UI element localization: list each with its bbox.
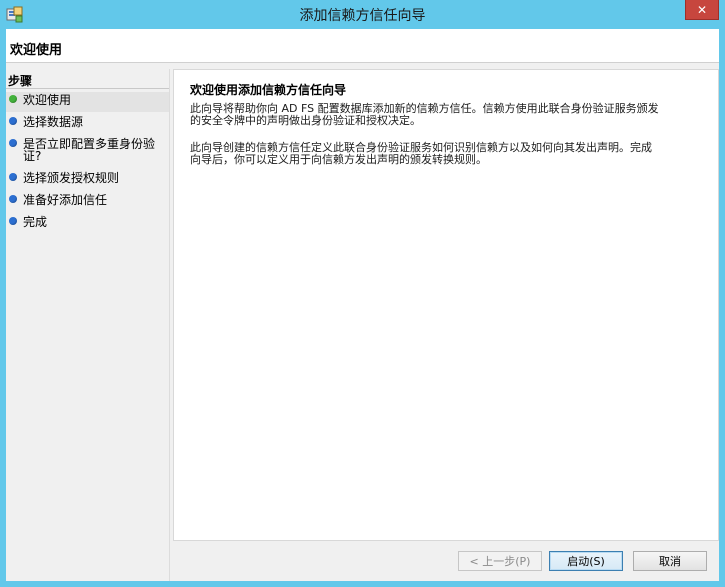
steps-divider [6,88,169,89]
step-label: 是否立即配置多重身份验 证? [23,136,155,162]
intro-paragraph: 此向导将帮助你向 AD FS 配置数据库添加新的信赖方信任。信赖方使用此联合身份… [190,103,705,127]
steps-title: 步骤 [8,74,33,88]
wizard-window: 添加信赖方信任向导 ✕ 欢迎使用 步骤 欢迎使用 选择数据源 是否立即配置多重身… [0,0,725,587]
step-pending-dot-icon [9,195,17,203]
start-button[interactable]: 启动(S) [549,551,623,571]
title-bar[interactable]: 添加信赖方信任向导 ✕ [0,0,725,29]
step-issuance-authorization-rules[interactable]: 选择颁发授权规则 [6,170,169,188]
content-pane: 欢迎使用添加信赖方信任向导 此向导将帮助你向 AD FS 配置数据库添加新的信赖… [173,69,719,541]
step-configure-mfa[interactable]: 是否立即配置多重身份验 证? [6,136,169,166]
content-title: 欢迎使用添加信赖方信任向导 [190,83,347,97]
step-label: 准备好添加信任 [23,193,108,207]
step-label: 选择数据源 [23,115,84,129]
page-title: 欢迎使用 [10,43,63,58]
step-pending-dot-icon [9,217,17,225]
step-label: 完成 [23,215,48,229]
back-button[interactable]: < 上一步(P) [458,551,542,571]
step-label: 欢迎使用 [23,93,72,107]
step-label-line1: 是否立即配置多重身份验 [23,137,156,151]
steps-pane: 步骤 欢迎使用 选择数据源 是否立即配置多重身份验 证? 选择颁发授权规则 准备… [6,69,170,581]
close-button[interactable]: ✕ [685,0,719,20]
page-header: 欢迎使用 [6,29,719,63]
cancel-button[interactable]: 取消 [633,551,707,571]
step-select-data-source[interactable]: 选择数据源 [6,114,169,132]
step-pending-dot-icon [9,173,17,181]
step-welcome[interactable]: 欢迎使用 [6,92,169,112]
details-line2: 向导后，你可以定义用于向信赖方发出声明的颁发转换规则。 [190,153,487,166]
step-pending-dot-icon [9,139,17,147]
step-pending-dot-icon [9,117,17,125]
step-ready-to-add-trust[interactable]: 准备好添加信任 [6,192,169,210]
step-label-line2: 证? [23,149,42,163]
details-paragraph: 此向导创建的信赖方信任定义此联合身份验证服务如何识别信赖方以及如何向其发出声明。… [190,142,705,166]
wizard-client-area: 欢迎使用 步骤 欢迎使用 选择数据源 是否立即配置多重身份验 证? 选择颁发授权… [6,29,719,581]
step-current-dot-icon [9,95,17,103]
window-title: 添加信赖方信任向导 [299,8,426,24]
wizard-button-bar: < 上一步(P) 启动(S) 取消 [173,541,719,581]
step-label: 选择颁发授权规则 [23,171,120,185]
intro-line2: 的安全令牌中的声明做出身份验证和授权决定。 [190,114,421,127]
step-finish[interactable]: 完成 [6,214,169,232]
